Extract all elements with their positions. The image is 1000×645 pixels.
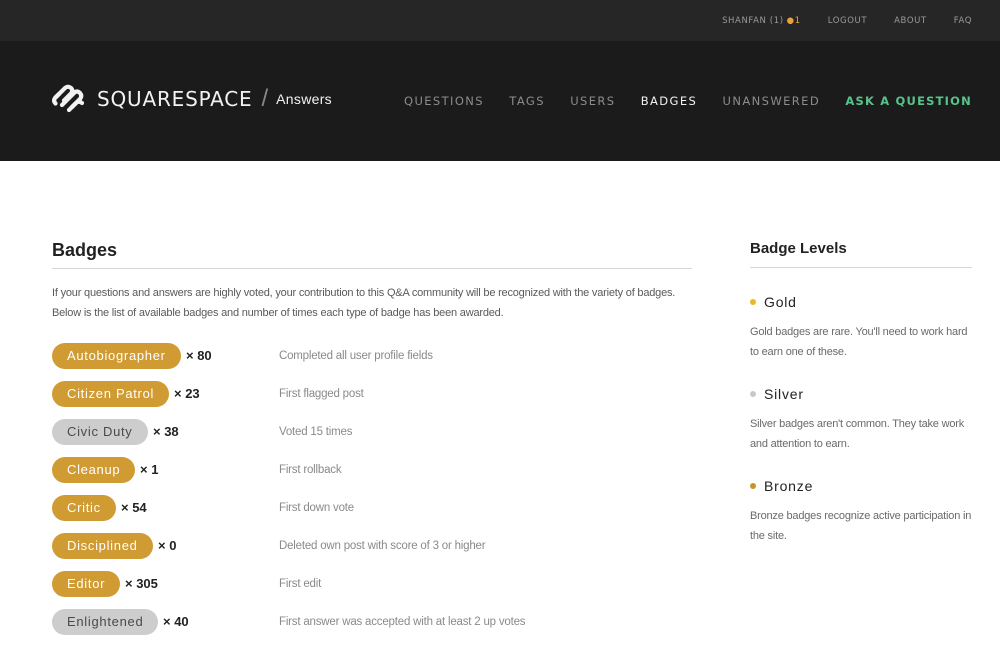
about-link[interactable]: ABOUT — [894, 16, 927, 26]
badge-row: Autobiographer × 80 Completed all user pro… — [52, 343, 692, 381]
badge-row: Critic × 54 First down vote — [52, 495, 692, 533]
page-title: Badges — [52, 240, 692, 269]
badge-description: First flagged post — [279, 388, 364, 400]
badge-level-bronze: Bronze Bronze badges recognize active par… — [750, 478, 972, 546]
badge-award-count: × 1 — [140, 462, 159, 477]
badge-pill[interactable]: Citizen Patrol — [52, 381, 170, 407]
badge-pill[interactable]: Cleanup — [52, 457, 136, 483]
badge-pill[interactable]: Editor — [52, 571, 121, 597]
badge-levels-sidebar: Badge Levels Gold Gold badges are rare. Y… — [750, 240, 972, 546]
badge-level-name: Silver — [764, 386, 804, 402]
badge-award-count: × 40 — [163, 614, 189, 629]
badge-award-count: × 23 — [174, 386, 200, 401]
user-profile-link[interactable]: SHANFAN (1) ●1 — [722, 16, 801, 26]
badge-level-description: Gold badges are rare. You'll need to wor… — [750, 326, 968, 358]
ask-question-button[interactable]: ASK A QUESTION — [845, 94, 972, 108]
badge-description: First rollback — [279, 464, 342, 476]
badge-level-gold: Gold Gold badges are rare. You'll need to… — [750, 294, 972, 362]
badges-intro-text: If your questions and answers are highly… — [52, 287, 676, 319]
level-dot-icon — [750, 299, 756, 305]
top-utility-bar: SHANFAN (1) ●1 LOGOUT ABOUT FAQ — [0, 0, 1000, 41]
badge-row: Cleanup × 1 First rollback — [52, 457, 692, 495]
badge-award-count: × 80 — [186, 348, 212, 363]
badge-row: Civic Duty × 38 Voted 15 times — [52, 419, 692, 457]
badge-level-name: Bronze — [764, 478, 814, 494]
badge-description: First down vote — [279, 502, 354, 514]
nav-users[interactable]: USERS — [570, 94, 615, 108]
badge-level-name: Gold — [764, 294, 797, 310]
logo-answers-label: Answers — [276, 91, 332, 107]
logo-wordmark: SQUARESPACE — [97, 87, 253, 111]
top-utility-links: SHANFAN (1) ●1 LOGOUT ABOUT FAQ — [722, 0, 972, 41]
sidebar-title: Badge Levels — [750, 240, 972, 268]
badge-level-heading: Gold — [750, 294, 972, 310]
badge-description: First edit — [279, 578, 322, 590]
badge-row: Disciplined × 0 Deleted own post with scor… — [52, 533, 692, 571]
badge-level-heading: Silver — [750, 386, 972, 402]
badge-award-count: × 305 — [125, 576, 158, 591]
site-header: SQUARESPACE / Answers QUESTIONS TAGS USE… — [0, 41, 1000, 161]
badge-description: First answer was accepted with at least … — [279, 616, 526, 628]
badges-main-section: Badges If your questions and answers are… — [52, 240, 692, 645]
badge-row: Citizen Patrol × 23 First flagged post — [52, 381, 692, 419]
badge-row: Editor × 305 First edit — [52, 571, 692, 609]
badge-description: Completed all user profile fields — [279, 350, 433, 362]
badge-level-silver: Silver Silver badges aren't common. They … — [750, 386, 972, 454]
nav-questions[interactable]: QUESTIONS — [404, 94, 484, 108]
badge-level-description: Silver badges aren't common. They take w… — [750, 418, 965, 450]
nav-badges[interactable]: BADGES — [641, 94, 698, 108]
badge-dot-icon: ● — [786, 15, 795, 26]
badge-pill[interactable]: Civic Duty — [52, 419, 148, 445]
username-label: SHANFAN (1) — [722, 15, 784, 26]
badge-pill[interactable]: Autobiographer — [52, 343, 181, 369]
badge-level-description: Bronze badges recognize active participa… — [750, 510, 972, 542]
badge-pill[interactable]: Disciplined — [52, 533, 153, 559]
site-logo[interactable]: SQUARESPACE / Answers — [52, 84, 332, 114]
badge-description: Deleted own post with score of 3 or high… — [279, 540, 486, 552]
nav-tags[interactable]: TAGS — [509, 94, 545, 108]
badge-level-heading: Bronze — [750, 478, 972, 494]
level-dot-icon — [750, 391, 756, 397]
badge-award-count: × 54 — [121, 500, 147, 515]
main-nav: QUESTIONS TAGS USERS BADGES UNANSWERED A… — [404, 41, 972, 161]
badge-award-count: × 38 — [153, 424, 179, 439]
badge-pill[interactable]: Critic — [52, 495, 116, 521]
nav-unanswered[interactable]: UNANSWERED — [723, 94, 821, 108]
logo-divider: / — [261, 85, 269, 112]
badge-description: Voted 15 times — [279, 426, 353, 438]
badge-levels-list: Gold Gold badges are rare. You'll need to… — [750, 294, 972, 546]
level-dot-icon — [750, 483, 756, 489]
badge-row: Enlightened × 40 First answer was accepted… — [52, 609, 692, 645]
logout-link[interactable]: LOGOUT — [828, 16, 867, 26]
badge-list: Autobiographer × 80 Completed all user pro… — [52, 343, 692, 645]
faq-link[interactable]: FAQ — [954, 16, 972, 26]
badge-award-count: × 0 — [158, 538, 177, 553]
badge-pill[interactable]: Enlightened — [52, 609, 159, 635]
user-badge-count: 1 — [794, 15, 801, 26]
squarespace-logo-icon — [52, 84, 85, 113]
